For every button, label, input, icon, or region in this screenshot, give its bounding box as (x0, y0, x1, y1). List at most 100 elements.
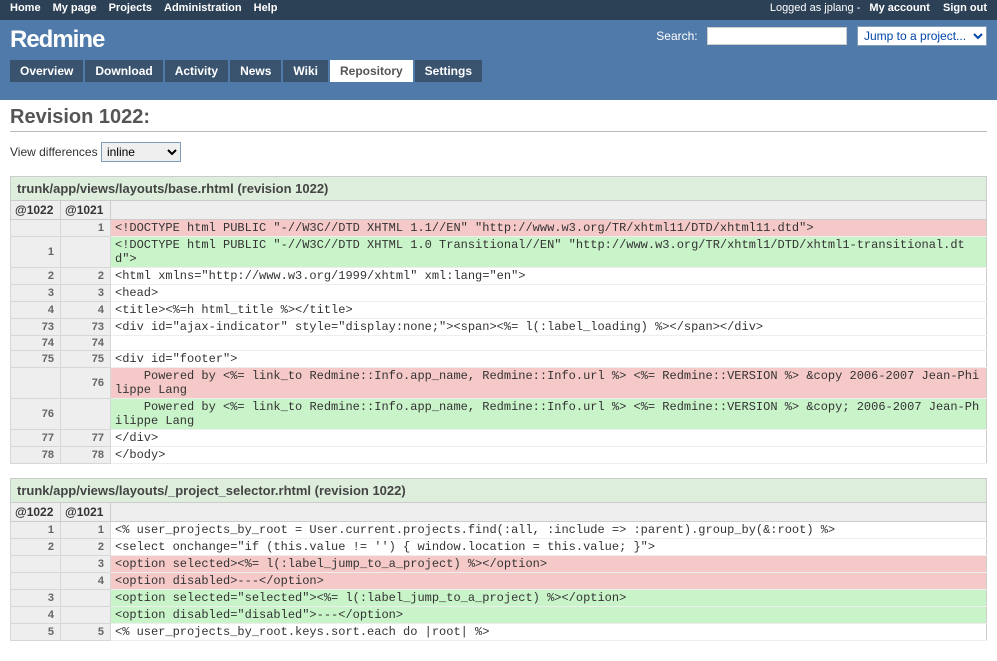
diff-row: 76 Powered by <%= link_to Redmine::Info.… (11, 368, 987, 399)
tab-wiki[interactable]: Wiki (283, 60, 328, 82)
line-code: <!DOCTYPE html PUBLIC "-//W3C//DTD XHTML… (111, 220, 987, 237)
line-code: <html xmlns="http://www.w3.org/1999/xhtm… (111, 268, 987, 285)
topmenu-item[interactable]: My page (49, 0, 101, 16)
line-num-b: 78 (61, 447, 111, 464)
line-num-b: 2 (61, 539, 111, 556)
rev-a: @1022 (11, 201, 61, 220)
search-input[interactable] (707, 27, 847, 45)
line-num-a: 2 (11, 539, 61, 556)
line-num-a: 5 (11, 624, 61, 641)
rev-b: @1021 (61, 503, 111, 522)
page-title: Revision 1022: (10, 106, 987, 132)
diff-row: 22<html xmlns="http://www.w3.org/1999/xh… (11, 268, 987, 285)
line-num-b: 3 (61, 556, 111, 573)
line-num-a: 76 (11, 399, 61, 430)
diff-row: 1 <!DOCTYPE html PUBLIC "-//W3C//DTD XHTM… (11, 237, 987, 268)
content: Revision 1022: View differences inline t… (0, 100, 997, 661)
line-num-a: 4 (11, 607, 61, 624)
line-num-a: 78 (11, 447, 61, 464)
diff-table: trunk/app/views/layouts/_project_selecto… (10, 478, 987, 641)
diff-row: 11<% user_projects_by_root = User.curren… (11, 522, 987, 539)
line-code: <option selected><%= l(:label_jump_to_a_… (111, 556, 987, 573)
diff-row: 1<!DOCTYPE html PUBLIC "-//W3C//DTD XHTM… (11, 220, 987, 237)
tab-download[interactable]: Download (85, 60, 162, 82)
line-num-b (61, 590, 111, 607)
line-num-a (11, 556, 61, 573)
diff-row: 3 <option selected="selected"><%= l(:labe… (11, 590, 987, 607)
header: Search: Jump to a project... Redmine Ove… (0, 20, 997, 100)
line-num-b (61, 399, 111, 430)
line-num-b: 1 (61, 522, 111, 539)
line-num-a: 3 (11, 285, 61, 302)
topmenu-item[interactable]: Home (6, 0, 45, 16)
top-menu: HomeMy pageProjectsAdministrationHelp Lo… (0, 0, 997, 20)
line-num-b: 73 (61, 319, 111, 336)
line-code: Powered by <%= link_to Redmine::Info.app… (111, 368, 987, 399)
line-code: <head> (111, 285, 987, 302)
line-num-b (61, 237, 111, 268)
diff-row: 7474 (11, 336, 987, 351)
line-num-a (11, 573, 61, 590)
line-num-a: 74 (11, 336, 61, 351)
line-num-a (11, 368, 61, 399)
line-num-a: 3 (11, 590, 61, 607)
line-code: <select onchange="if (this.value != '') … (111, 539, 987, 556)
line-num-b: 76 (61, 368, 111, 399)
tab-news[interactable]: News (230, 60, 281, 82)
diff-row: 4 <option disabled="disabled">---</option… (11, 607, 987, 624)
line-num-a: 1 (11, 522, 61, 539)
line-code: <% user_projects_by_root = User.current.… (111, 522, 987, 539)
topmenu-item[interactable]: Help (250, 0, 282, 16)
line-code: </div> (111, 430, 987, 447)
line-num-a: 2 (11, 268, 61, 285)
line-code: <option disabled="disabled">---</option> (111, 607, 987, 624)
diff-row: 33<head> (11, 285, 987, 302)
line-num-b: 4 (61, 302, 111, 319)
diff-row: 22<select onchange="if (this.value != ''… (11, 539, 987, 556)
search-label: Search: (656, 29, 697, 43)
diff-row: 7575<div id="footer"> (11, 351, 987, 368)
line-num-a: 73 (11, 319, 61, 336)
diff-row: 55<% user_projects_by_root.keys.sort.eac… (11, 624, 987, 641)
topmenu-item[interactable]: Administration (160, 0, 246, 16)
topmenu-item[interactable]: Sign out (939, 0, 991, 16)
main-menu: OverviewDownloadActivityNewsWikiReposito… (10, 60, 987, 82)
diff-row: 76 Powered by <%= link_to Redmine::Info.… (11, 399, 987, 430)
line-code: Powered by <%= link_to Redmine::Info.app… (111, 399, 987, 430)
rev-a: @1022 (11, 503, 61, 522)
rev-b: @1021 (61, 201, 111, 220)
diff-mode-select[interactable]: inline (101, 142, 181, 162)
line-num-b: 77 (61, 430, 111, 447)
topmenu-item[interactable]: Projects (105, 0, 156, 16)
diff-row: 7373<div id="ajax-indicator" style="disp… (11, 319, 987, 336)
diff-row: 4<option disabled>---</option> (11, 573, 987, 590)
tab-repository[interactable]: Repository (330, 60, 413, 82)
file-header: trunk/app/views/layouts/base.rhtml (revi… (11, 177, 987, 201)
file-header: trunk/app/views/layouts/_project_selecto… (11, 479, 987, 503)
project-jump-select[interactable]: Jump to a project... (857, 26, 987, 46)
line-num-a: 1 (11, 237, 61, 268)
line-num-b: 1 (61, 220, 111, 237)
line-num-a: 75 (11, 351, 61, 368)
diff-row: 7878</body> (11, 447, 987, 464)
line-code (111, 336, 987, 351)
line-num-a: 4 (11, 302, 61, 319)
line-code: </body> (111, 447, 987, 464)
line-num-a (11, 220, 61, 237)
line-code: <div id="ajax-indicator" style="display:… (111, 319, 987, 336)
line-num-b: 2 (61, 268, 111, 285)
tab-activity[interactable]: Activity (165, 60, 228, 82)
line-num-b (61, 607, 111, 624)
line-num-b: 75 (61, 351, 111, 368)
line-code: <!DOCTYPE html PUBLIC "-//W3C//DTD XHTML… (111, 237, 987, 268)
line-num-b: 4 (61, 573, 111, 590)
topmenu-item[interactable]: My account (865, 0, 934, 16)
tab-overview[interactable]: Overview (10, 60, 83, 82)
line-num-a: 77 (11, 430, 61, 447)
line-code: <option selected="selected"><%= l(:label… (111, 590, 987, 607)
line-num-b: 74 (61, 336, 111, 351)
line-num-b: 3 (61, 285, 111, 302)
logged-as: Logged as jplang (770, 2, 854, 14)
tab-settings[interactable]: Settings (415, 60, 482, 82)
line-code: <title><%=h html_title %></title> (111, 302, 987, 319)
